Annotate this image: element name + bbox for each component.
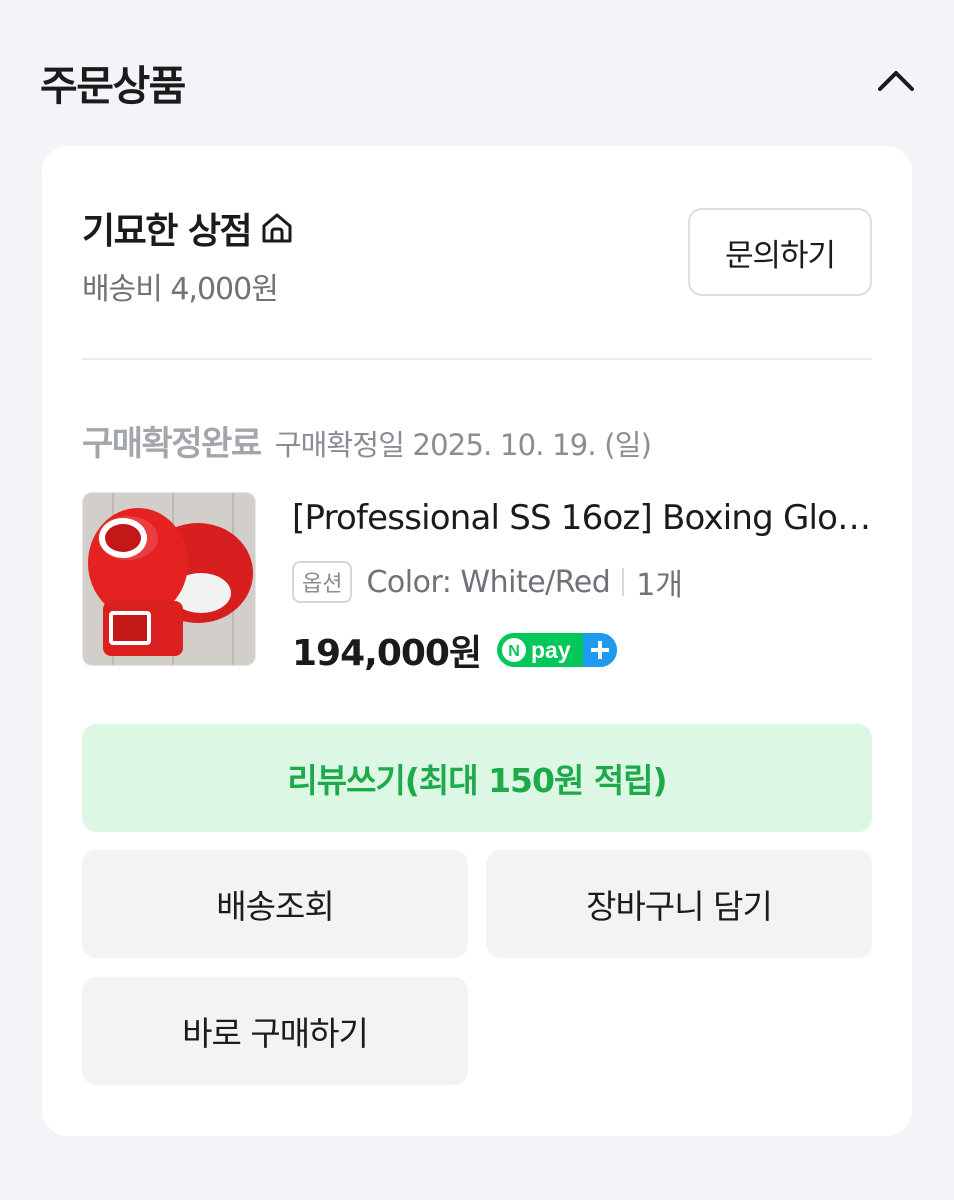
track-delivery-button[interactable]: 배송조회 (82, 850, 468, 958)
option-value: Color: White/Red (366, 564, 611, 600)
price-row: 194,000원 N pay (292, 624, 618, 676)
write-review-button[interactable]: 리뷰쓰기(최대 150원 적립) (82, 724, 872, 832)
chevron-up-icon[interactable] (876, 64, 916, 96)
option-badge: 옵션 (292, 561, 353, 603)
order-status: 구매확정완료 (82, 424, 262, 464)
order-status-row: 구매확정완료 구매확정일 2025. 10. 19. (일) (82, 416, 652, 465)
inquiry-button[interactable]: 문의하기 (688, 208, 872, 296)
store-header: 기묘한 상점 (82, 202, 295, 254)
order-products-header: 주문상품 (40, 52, 916, 112)
npay-label: pay (531, 637, 571, 663)
divider (82, 358, 872, 360)
buy-now-button[interactable]: 바로 구매하기 (82, 977, 468, 1085)
add-to-cart-button[interactable]: 장바구니 담기 (486, 850, 872, 958)
product-name[interactable]: [Professional SS 16oz] Boxing Gloves (292, 498, 872, 538)
section-title: 주문상품 (40, 62, 186, 110)
product-price: 194,000원 (292, 633, 482, 674)
quantity: 1개 (636, 568, 683, 603)
option-separator (622, 568, 625, 596)
shipping-fee: 배송비 4,000원 (82, 272, 279, 307)
npay-plus-icon: N pay (497, 631, 618, 669)
store-name[interactable]: 기묘한 상점 (82, 202, 253, 254)
svg-text:N: N (508, 643, 520, 660)
option-row: 옵션 Color: White/Red 1개 (292, 560, 683, 604)
order-card: 기묘한 상점 배송비 4,000원 문의하기 구매확정완료 구매확정일 2025… (42, 146, 912, 1136)
home-icon[interactable] (259, 210, 295, 246)
confirm-date: 구매확정일 2025. 10. 19. (일) (274, 428, 652, 462)
product-image[interactable] (82, 492, 256, 666)
